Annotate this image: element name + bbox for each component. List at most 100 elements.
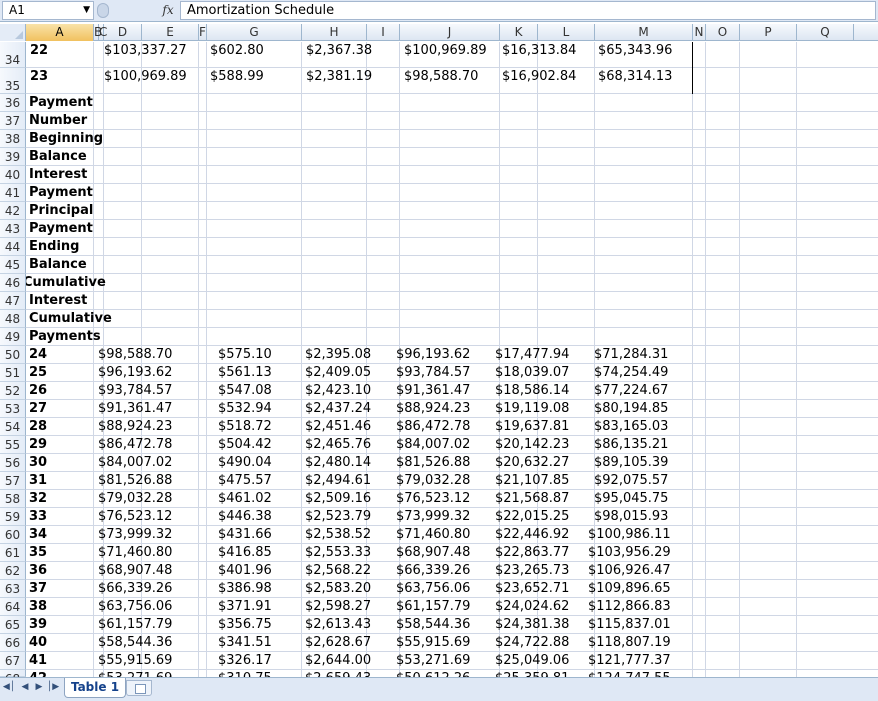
cumulative-payments-cell[interactable]: $83,165.03 [594, 419, 668, 434]
beginning-balance-cell[interactable]: $86,472.78 [98, 437, 172, 452]
cumulative-payments-cell[interactable]: $74,254.49 [594, 365, 668, 380]
row-header[interactable]: 36 [0, 94, 26, 112]
principal-payment-cell[interactable]: $2,644.00 [305, 653, 371, 668]
row-header[interactable]: 56 [0, 454, 26, 472]
principal-payment-cell[interactable]: $2,480.14 [305, 455, 371, 470]
ending-balance-cell[interactable]: $53,271.69 [396, 653, 470, 668]
cumulative-interest-cell[interactable]: $20,142.23 [495, 437, 569, 452]
principal-payment-cell[interactable]: $2,568.22 [305, 563, 371, 578]
column-header-m[interactable]: M [595, 24, 693, 41]
sheet-tab-table-1[interactable]: Table 1 [64, 678, 126, 698]
column-label-cell[interactable]: Cumulative [26, 275, 106, 290]
payment-number-cell[interactable]: 27 [29, 401, 47, 416]
row-header[interactable]: 38 [0, 130, 26, 148]
last-sheet-icon[interactable]: │▶ [46, 682, 60, 692]
row-header[interactable]: 46 [0, 274, 26, 292]
beginning-balance-cell[interactable]: $100,969.89 [104, 69, 187, 84]
interest-payment-cell[interactable]: $326.17 [218, 653, 272, 668]
principal-payment-cell[interactable]: $2,494.61 [305, 473, 371, 488]
ending-balance-cell[interactable]: $58,544.36 [396, 617, 470, 632]
principal-payment-cell[interactable]: $2,613.43 [305, 617, 371, 632]
column-label-cell[interactable]: Payment [29, 185, 93, 200]
row-header[interactable]: 35 [0, 68, 26, 94]
column-label-cell[interactable]: Balance [29, 149, 87, 164]
row-header[interactable]: 66 [0, 634, 26, 652]
payment-number-cell[interactable]: 34 [29, 527, 47, 542]
cumulative-payments-cell[interactable]: $89,105.39 [594, 455, 668, 470]
ending-balance-cell[interactable]: $81,526.88 [396, 455, 470, 470]
interest-payment-cell[interactable]: $386.98 [218, 581, 272, 596]
insert-function-icon[interactable]: fx [158, 1, 178, 20]
ending-balance-cell[interactable]: $71,460.80 [396, 527, 470, 542]
cumulative-payments-cell[interactable]: $112,866.83 [588, 599, 671, 614]
beginning-balance-cell[interactable]: $55,915.69 [98, 653, 172, 668]
ending-balance-cell[interactable]: $76,523.12 [396, 491, 470, 506]
row-header[interactable]: 67 [0, 652, 26, 670]
ending-balance-cell[interactable]: $55,915.69 [396, 635, 470, 650]
payment-number-cell[interactable]: 38 [29, 599, 47, 614]
cumulative-payments-cell[interactable]: $118,807.19 [588, 635, 671, 650]
principal-payment-cell[interactable]: $2,395.08 [305, 347, 371, 362]
beginning-balance-cell[interactable]: $58,544.36 [98, 635, 172, 650]
cumulative-interest-cell[interactable]: $19,119.08 [495, 401, 569, 416]
cumulative-interest-cell[interactable]: $16,902.84 [502, 69, 576, 84]
beginning-balance-cell[interactable]: $93,784.57 [98, 383, 172, 398]
column-header-l[interactable]: L [538, 24, 595, 41]
principal-payment-cell[interactable]: $2,509.16 [305, 491, 371, 506]
row-header[interactable]: 39 [0, 148, 26, 166]
cumulative-interest-cell[interactable]: $22,863.77 [495, 545, 569, 560]
formula-bar-divider[interactable] [97, 3, 109, 18]
column-label-cell[interactable]: Principal [29, 203, 93, 218]
principal-payment-cell[interactable]: $2,423.10 [305, 383, 371, 398]
payment-number-cell[interactable]: 28 [29, 419, 47, 434]
row-header[interactable]: 48 [0, 310, 26, 328]
row-header[interactable]: 57 [0, 472, 26, 490]
cumulative-interest-cell[interactable]: $16,313.84 [502, 43, 576, 58]
beginning-balance-cell[interactable]: $91,361.47 [98, 401, 172, 416]
principal-payment-cell[interactable]: $2,381.19 [306, 69, 372, 84]
payment-number-cell[interactable]: 39 [29, 617, 47, 632]
row-header[interactable]: 41 [0, 184, 26, 202]
cumulative-interest-cell[interactable]: $23,265.73 [495, 563, 569, 578]
cumulative-interest-cell[interactable]: $20,632.27 [495, 455, 569, 470]
row-header[interactable]: 42 [0, 202, 26, 220]
row-header[interactable]: 64 [0, 598, 26, 616]
column-label-cell[interactable]: Cumulative [29, 311, 112, 326]
ending-balance-cell[interactable]: $61,157.79 [396, 599, 470, 614]
beginning-balance-cell[interactable]: $71,460.80 [98, 545, 172, 560]
ending-balance-cell[interactable]: $96,193.62 [396, 347, 470, 362]
interest-payment-cell[interactable]: $490.04 [218, 455, 272, 470]
cumulative-interest-cell[interactable]: $24,024.62 [495, 599, 569, 614]
ending-balance-cell[interactable]: $93,784.57 [396, 365, 470, 380]
payment-number-cell[interactable]: 40 [29, 635, 47, 650]
worksheet-grid[interactable]: 22 $103,337.27 $602.80 $2,367.38 $100,969.89… [26, 42, 878, 677]
row-header[interactable]: 59 [0, 508, 26, 526]
cumulative-interest-cell[interactable]: $19,637.81 [495, 419, 569, 434]
ending-balance-cell[interactable]: $79,032.28 [396, 473, 470, 488]
principal-payment-cell[interactable]: $2,598.27 [305, 599, 371, 614]
interest-payment-cell[interactable]: $356.75 [218, 617, 272, 632]
payment-number-cell[interactable]: 26 [29, 383, 47, 398]
payment-number-cell[interactable]: 41 [29, 653, 47, 668]
principal-payment-cell[interactable]: $2,628.67 [305, 635, 371, 650]
cumulative-payments-cell[interactable]: $77,224.67 [594, 383, 668, 398]
principal-payment-cell[interactable]: $2,538.52 [305, 527, 371, 542]
column-label-cell[interactable]: Ending [29, 239, 79, 254]
column-label-cell[interactable]: Payments [29, 329, 101, 344]
principal-payment-cell[interactable]: $2,451.46 [305, 419, 371, 434]
ending-balance-cell[interactable]: $68,907.48 [396, 545, 470, 560]
beginning-balance-cell[interactable]: $103,337.27 [104, 43, 187, 58]
row-header[interactable]: 61 [0, 544, 26, 562]
next-sheet-icon[interactable]: ▶ [32, 682, 46, 692]
payment-number-cell[interactable]: 29 [29, 437, 47, 452]
row-header[interactable]: 34 [0, 42, 26, 68]
beginning-balance-cell[interactable]: $61,157.79 [98, 617, 172, 632]
cumulative-payments-cell[interactable]: $80,194.85 [594, 401, 668, 416]
beginning-balance-cell[interactable]: $66,339.26 [98, 581, 172, 596]
payment-number-cell[interactable]: 35 [29, 545, 47, 560]
row-header[interactable]: 54 [0, 418, 26, 436]
column-label-cell[interactable]: Balance [29, 257, 87, 272]
row-header[interactable]: 47 [0, 292, 26, 310]
interest-payment-cell[interactable]: $518.72 [218, 419, 272, 434]
cumulative-payments-cell[interactable]: $103,956.29 [588, 545, 671, 560]
